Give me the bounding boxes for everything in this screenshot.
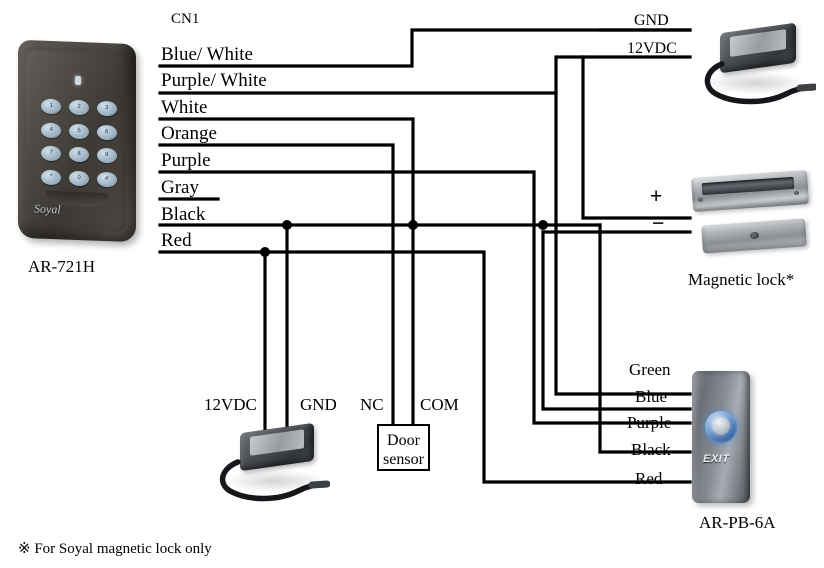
keypad-key[interactable]: 4	[41, 122, 62, 138]
door-sensor-com-label: COM	[420, 395, 459, 414]
keypad-key[interactable]: 5	[68, 123, 89, 140]
keypad-key[interactable]: 7	[41, 145, 62, 162]
keypad-key[interactable]: 1	[41, 98, 62, 115]
maglock-minus-label: −	[652, 212, 665, 235]
reader-keypad[interactable]: 1 2 3 4 5 6 7 8 9 * 0 #	[40, 96, 118, 191]
cn1-connector-label: CN1	[171, 11, 200, 27]
power-adapter-bottom	[212, 422, 334, 506]
keypad-key[interactable]: 8	[68, 146, 89, 163]
exit-terminal-label-blue: Blue	[635, 387, 668, 406]
keypad-key[interactable]: 3	[96, 100, 117, 117]
reader-led-indicator	[75, 75, 81, 86]
keypad-key[interactable]: 9	[96, 148, 117, 164]
adapter-cord	[214, 458, 330, 506]
junction-red-adapter	[260, 247, 270, 257]
ar-pb-6a-exit-button: EXIT	[692, 371, 754, 506]
exit-button-push-ring[interactable]	[705, 411, 737, 443]
exit-button-caption: AR-PB-6A	[699, 513, 776, 532]
reader-brand-logo: Soyal	[34, 201, 61, 217]
wire-green-to-exit	[554, 91, 692, 396]
cn1-wire-label-purple-white: Purple/ White	[161, 70, 267, 91]
junction-black-com	[408, 220, 418, 230]
wire-12vdc-to-maglock-plus	[581, 55, 692, 220]
wire-blue-to-exit	[541, 230, 692, 411]
cn1-wire-label-gray: Gray	[161, 177, 199, 198]
keypad-key[interactable]: #	[96, 171, 117, 188]
cn1-wire-label-white: White	[161, 97, 208, 118]
wire-purple	[158, 170, 692, 425]
bottom-12vdc-label: 12VDC	[204, 395, 257, 414]
keypad-key[interactable]: 6	[96, 124, 117, 141]
keypad-key[interactable]: 0	[68, 170, 89, 187]
exit-terminal-label-purple: Purple	[627, 413, 672, 432]
magnetic-lock	[690, 169, 814, 270]
maglock-caption: Magnetic lock*	[688, 270, 795, 289]
cn1-wire-label-blue-white: Blue/ White	[161, 44, 253, 65]
door-sensor-nc-label: NC	[360, 395, 384, 414]
wiring-diagram-canvas: 1 2 3 4 5 6 7 8 9 * 0 # Soyal AR-721H CN…	[0, 0, 824, 568]
top-gnd-label: GND	[634, 12, 669, 29]
maglock-plus-label: +	[650, 185, 663, 208]
bottom-gnd-label: GND	[300, 395, 337, 414]
power-adapter-top	[694, 22, 816, 110]
footnote: ※ For Soyal magnetic lock only	[18, 541, 212, 557]
junction-black-adapter	[282, 220, 292, 230]
junction-black-maglock	[538, 220, 548, 230]
exit-button-face-text: EXIT	[703, 453, 730, 465]
door-sensor-text-line1: Door	[387, 432, 420, 449]
cn1-wire-label-red: Red	[161, 230, 192, 251]
exit-terminal-label-black: Black	[631, 440, 671, 459]
door-sensor-box: Door sensor	[377, 424, 430, 471]
top-12vdc-label: 12VDC	[627, 40, 677, 57]
exit-terminal-label-green: Green	[629, 360, 671, 379]
cn1-wire-label-orange: Orange	[161, 123, 217, 144]
cn1-wire-label-purple: Purple	[161, 150, 211, 171]
adapter-cord	[700, 60, 816, 110]
cn1-wire-label-black: Black	[161, 204, 206, 225]
keypad-key[interactable]: 2	[68, 99, 89, 116]
door-sensor-text-line2: sensor	[383, 451, 424, 468]
reader-caption: AR-721H	[28, 257, 96, 276]
ar-721h-reader: 1 2 3 4 5 6 7 8 9 * 0 # Soyal	[18, 39, 138, 247]
keypad-key[interactable]: *	[41, 169, 62, 186]
exit-terminal-label-red: Red	[635, 469, 663, 488]
